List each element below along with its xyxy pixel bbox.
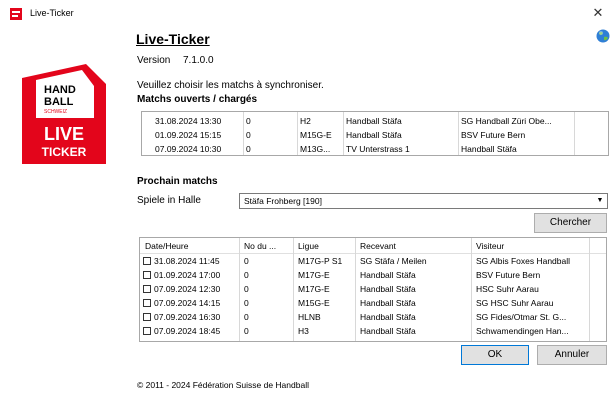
next-match-league: M15G-E	[298, 298, 330, 308]
open-match-datetime: 07.09.2024 10:30	[155, 144, 222, 154]
match-checkbox[interactable]	[143, 313, 151, 321]
halle-select-value: Stäfa Frohberg [190]	[244, 196, 322, 206]
next-match-datetime: 07.09.2024 18:45	[154, 326, 221, 336]
instruction-text: Veuillez choisir les matchs à synchronis…	[137, 80, 324, 91]
open-match-number: 0	[246, 116, 251, 126]
copyright-text: © 2011 - 2024 Fédération Suisse de Handb…	[137, 380, 309, 390]
next-match-league: M17G-E	[298, 270, 330, 280]
match-checkbox[interactable]	[143, 327, 151, 335]
column-header-datetime[interactable]: Date/Heure	[142, 238, 238, 254]
globe-icon[interactable]	[596, 29, 610, 43]
next-match-guest: BSV Future Bern	[476, 270, 541, 280]
logo-line-5: TICKER	[42, 145, 87, 159]
open-match-datetime: 31.08.2024 13:30	[155, 116, 222, 126]
open-match-row[interactable]: 07.09.2024 10:30 0 M13G... TV Unterstras…	[142, 142, 608, 155]
open-match-league: M13G...	[300, 144, 331, 154]
next-match-home: Handball Stäfa	[360, 326, 416, 336]
next-match-datetime: 01.09.2024 17:00	[154, 270, 221, 280]
next-match-datetime: 07.09.2024 16:30	[154, 312, 221, 322]
next-match-number: 0	[244, 284, 249, 294]
next-matches-header: Date/Heure No du ... Ligue Recevant Visi…	[140, 238, 606, 254]
next-match-datetime: 07.09.2024 14:15	[154, 298, 221, 308]
open-match-home: Handball Stäfa	[346, 116, 402, 126]
next-match-datetime: 31.08.2024 11:45	[154, 256, 220, 266]
next-match-row[interactable]: 31.08.2024 11:45 0 M17G-P S1 SG Stäfa / …	[140, 254, 606, 268]
logo-line-3: SCHWEIZ	[44, 109, 67, 115]
match-checkbox[interactable]	[143, 271, 151, 279]
match-checkbox[interactable]	[143, 299, 151, 307]
next-match-guest: SG Fides/Otmar St. G...	[476, 312, 567, 322]
close-button[interactable]: ✕	[590, 4, 606, 22]
handball-live-ticker-logo: HAND BALL SCHWEIZ LIVE TICKER	[22, 64, 106, 164]
dropdown-arrow-icon[interactable]: ▼	[593, 194, 607, 208]
open-matches-list[interactable]: 31.08.2024 13:30 0 H2 Handball Stäfa SG …	[141, 111, 609, 156]
logo-line-1: HAND	[44, 84, 76, 96]
version-label: Version	[137, 55, 171, 66]
next-match-guest: SG Albis Foxes Handball	[476, 256, 571, 266]
next-match-row[interactable]: 07.09.2024 14:15 0 M15G-E Handball Stäfa…	[140, 296, 606, 310]
match-checkbox[interactable]	[143, 285, 151, 293]
next-match-league: H3	[298, 326, 309, 336]
column-header-guest[interactable]: Visiteur	[473, 238, 587, 254]
next-match-league: HLNB	[298, 312, 321, 322]
next-match-home: Handball Stäfa	[360, 270, 416, 280]
column-header-league[interactable]: Ligue	[295, 238, 355, 254]
next-match-row[interactable]: 07.09.2024 18:45 0 H3 Handball Stäfa Sch…	[140, 324, 606, 338]
open-match-guest: SG Handball Züri Obe...	[461, 116, 552, 126]
next-match-row[interactable]: 07.09.2024 16:30 0 HLNB Handball Stäfa S…	[140, 310, 606, 324]
next-match-number: 0	[244, 326, 249, 336]
column-header-home[interactable]: Recevant	[357, 238, 469, 254]
open-match-datetime: 01.09.2024 15:15	[155, 130, 222, 140]
next-match-league: M17G-P S1	[298, 256, 343, 266]
open-match-guest: BSV Future Bern	[461, 130, 526, 140]
search-button[interactable]: Chercher	[534, 213, 607, 233]
column-header-number[interactable]: No du ...	[241, 238, 293, 254]
next-match-home: Handball Stäfa	[360, 298, 416, 308]
open-match-league: M15G-E	[300, 130, 332, 140]
open-match-number: 0	[246, 144, 251, 154]
version-value: 7.1.0.0	[183, 55, 214, 66]
next-match-number: 0	[244, 312, 249, 322]
open-match-home: Handball Stäfa	[346, 130, 402, 140]
open-match-row[interactable]: 01.09.2024 15:15 0 M15G-E Handball Stäfa…	[142, 128, 608, 142]
open-match-number: 0	[246, 130, 251, 140]
open-match-row[interactable]: 31.08.2024 13:30 0 H2 Handball Stäfa SG …	[142, 114, 608, 128]
next-matches-list[interactable]: Date/Heure No du ... Ligue Recevant Visi…	[139, 237, 607, 342]
app-icon	[10, 8, 22, 20]
cancel-button[interactable]: Annuler	[537, 345, 607, 365]
ok-button[interactable]: OK	[461, 345, 529, 365]
title-bar: Live-Ticker ✕	[0, 0, 612, 28]
next-matches-heading: Prochain matchs	[137, 176, 218, 187]
open-match-home: TV Unterstrass 1	[346, 144, 410, 154]
next-match-row[interactable]: 01.09.2024 17:00 0 M17G-E Handball Stäfa…	[140, 268, 606, 282]
logo-line-4: LIVE	[44, 124, 84, 144]
next-match-guest: Schwamendingen Han...	[476, 326, 569, 336]
window-title: Live-Ticker	[30, 8, 74, 18]
open-match-league: H2	[300, 116, 311, 126]
match-checkbox[interactable]	[143, 257, 151, 265]
open-match-guest: Handball Stäfa	[461, 144, 517, 154]
next-match-league: M17G-E	[298, 284, 330, 294]
next-match-datetime: 07.09.2024 12:30	[154, 284, 221, 294]
next-match-guest: HSC Suhr Aarau	[476, 284, 539, 294]
open-matches-heading: Matchs ouverts / chargés	[137, 94, 258, 105]
next-match-home: SG Stäfa / Meilen	[360, 256, 427, 266]
next-match-row[interactable]: 07.09.2024 12:30 0 M17G-E Handball Stäfa…	[140, 282, 606, 296]
next-match-number: 0	[244, 270, 249, 280]
halle-label: Spiele in Halle	[137, 195, 201, 206]
next-match-guest: SG HSC Suhr Aarau	[476, 298, 554, 308]
app-title: Live-Ticker	[136, 31, 210, 47]
logo-line-2: BALL	[44, 96, 74, 108]
next-match-home: Handball Stäfa	[360, 284, 416, 294]
next-match-home: Handball Stäfa	[360, 312, 416, 322]
halle-select[interactable]: Stäfa Frohberg [190] ▼	[239, 193, 608, 209]
next-match-number: 0	[244, 256, 249, 266]
next-match-number: 0	[244, 298, 249, 308]
